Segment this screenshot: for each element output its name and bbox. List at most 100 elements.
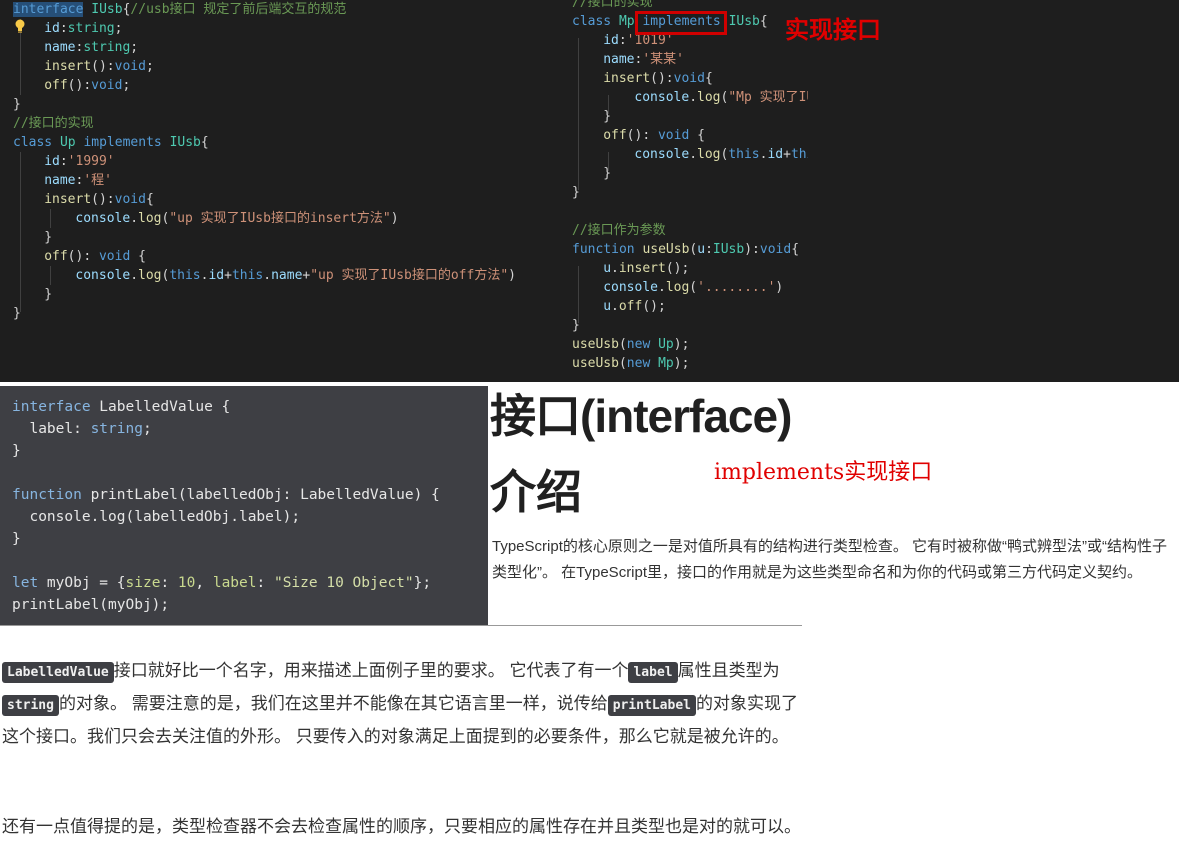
code-line[interactable]: } — [44, 228, 52, 247]
code-line[interactable]: } — [572, 183, 580, 202]
code-token: : — [59, 154, 68, 169]
code-line[interactable]: off():void; — [44, 76, 130, 95]
code-token: id — [44, 154, 60, 169]
paragraph-text: 属性且类型为 — [677, 661, 780, 680]
code-token: (): — [650, 71, 674, 86]
code-token: IUsb — [712, 242, 745, 257]
code-token: Mp — [658, 356, 674, 371]
code-token: { — [145, 192, 154, 207]
code-token: (); — [665, 261, 690, 276]
code-token: console — [75, 268, 131, 283]
code-token: ) — [508, 268, 516, 283]
lightbulb-icon[interactable] — [14, 19, 26, 33]
divider — [0, 625, 802, 626]
code-line[interactable]: id:string; — [44, 19, 122, 38]
code-token: { — [704, 71, 713, 86]
code-line[interactable]: } — [13, 304, 21, 323]
code-line[interactable]: u.insert(); — [603, 259, 689, 278]
code-line[interactable]: off(): void { — [44, 247, 146, 266]
code-token: console.log(labelledObj.label); — [12, 509, 301, 525]
code-line[interactable]: } — [572, 316, 580, 335]
code-line[interactable]: //接口作为参数 — [572, 221, 666, 240]
code-line[interactable]: insert():void; — [44, 57, 154, 76]
inline-code: string — [2, 695, 59, 716]
code-token: . — [611, 261, 619, 276]
paragraph-text: 的对象。 需要注意的是，我们在这里并不能像在其它语言里一样，说传给 — [58, 694, 608, 713]
code-token: IUsb — [91, 2, 123, 17]
code-line[interactable]: } — [603, 164, 611, 183]
code-token: new — [626, 356, 651, 371]
code-line[interactable]: id:'1999' — [44, 152, 114, 171]
code-token: name — [44, 173, 76, 188]
code-token: useUsb — [572, 337, 619, 352]
code-token: function — [572, 242, 635, 257]
code-token: ; — [142, 421, 152, 437]
code-line[interactable]: insert():void{ — [603, 69, 713, 88]
code-token: IUsb — [728, 14, 760, 29]
code-token: : — [256, 575, 274, 591]
code-token: function — [12, 487, 82, 503]
code-line[interactable]: useUsb(new Mp); — [572, 354, 689, 373]
code-token: } — [12, 443, 21, 459]
annotation-implements: implements实现接口 — [714, 460, 933, 485]
code-token: off — [618, 299, 643, 314]
code-token: log — [697, 90, 721, 105]
code-token: { — [200, 135, 209, 150]
code-token: id — [767, 147, 784, 162]
code-line[interactable]: name:'某某' — [603, 50, 684, 69]
code-token: void — [759, 242, 792, 257]
code-token: size — [125, 575, 161, 591]
code-token: ): — [744, 242, 760, 257]
editor-right[interactable]: //接口的实现 class Mp implements IUsb{id:'1019… — [568, 0, 1075, 382]
code-token: '程' — [83, 173, 112, 188]
code-line[interactable]: } — [603, 107, 611, 126]
code-token: //usb接口 规定了前后端交互的规范 — [130, 2, 347, 17]
code-line[interactable]: name:'程' — [44, 171, 112, 190]
code-token: implements — [83, 135, 162, 150]
code-line: interface LabelledValue { — [12, 396, 230, 418]
code-token: Mp — [618, 14, 635, 29]
paragraph-labelledvalue: LabelledValue 接口就好比一个名字，用来描述上面例子里的要求。 它代表… — [2, 655, 802, 752]
editor-left[interactable]: interface IUsb{//usb接口 规定了前后端交互的规范 id:str… — [0, 0, 568, 382]
code-line[interactable]: console.log(this.id+this.name+"up 实现了IUs… — [75, 266, 516, 285]
code-token: : — [59, 21, 68, 36]
code-token: insert — [44, 192, 92, 207]
code-line[interactable]: } — [13, 95, 21, 114]
indent-guide — [578, 266, 579, 323]
code-token: let — [12, 575, 39, 591]
code-line[interactable]: u.off(); — [603, 297, 666, 316]
code-token: u — [603, 299, 612, 314]
code-line[interactable]: //接口的实现 — [13, 114, 94, 133]
indent-guide — [50, 266, 51, 285]
code-token: printLabel(myObj); — [12, 597, 170, 613]
code-token: string — [90, 421, 143, 437]
code-line[interactable]: function useUsb(u:IUsb):void{ — [572, 240, 799, 259]
code-line[interactable]: insert():void{ — [44, 190, 154, 209]
code-line[interactable]: name:string; — [44, 38, 138, 57]
code-token: LabelledValue { — [90, 399, 231, 415]
code-token: void — [114, 59, 146, 74]
code-line[interactable]: class Up implements IUsb{ — [13, 133, 209, 152]
code-token: , — [195, 575, 213, 591]
code-token: new — [626, 337, 651, 352]
code-line[interactable]: useUsb(new Up); — [572, 335, 689, 354]
section-title: 介绍 — [490, 466, 582, 518]
code-line[interactable]: console.log("up 实现了IUsb接口的insert方法") — [75, 209, 398, 228]
code-line[interactable]: console.log('........') — [603, 278, 783, 297]
code-token: //接口的实现 — [13, 116, 94, 131]
code-token: ; — [122, 78, 131, 93]
code-line[interactable]: } — [44, 285, 52, 304]
code-token: { — [791, 242, 800, 257]
paragraph-property-order: 还有一点值得提的是，类型检查器不会去检查属性的顺序，只要相应的属性存在并且类型也… — [2, 817, 801, 836]
code-token: console — [634, 90, 690, 105]
code-line[interactable]: interface IUsb{//usb接口 规定了前后端交互的规范 — [13, 0, 346, 19]
code-line[interactable]: off(): void { — [603, 126, 705, 145]
code-token: (): — [91, 192, 115, 207]
code-token: IUsb — [169, 135, 201, 150]
code-token: (): — [91, 59, 115, 74]
code-token: + — [783, 147, 791, 162]
code-token: ); — [673, 337, 690, 352]
code-line: printLabel(myObj); — [12, 594, 169, 616]
